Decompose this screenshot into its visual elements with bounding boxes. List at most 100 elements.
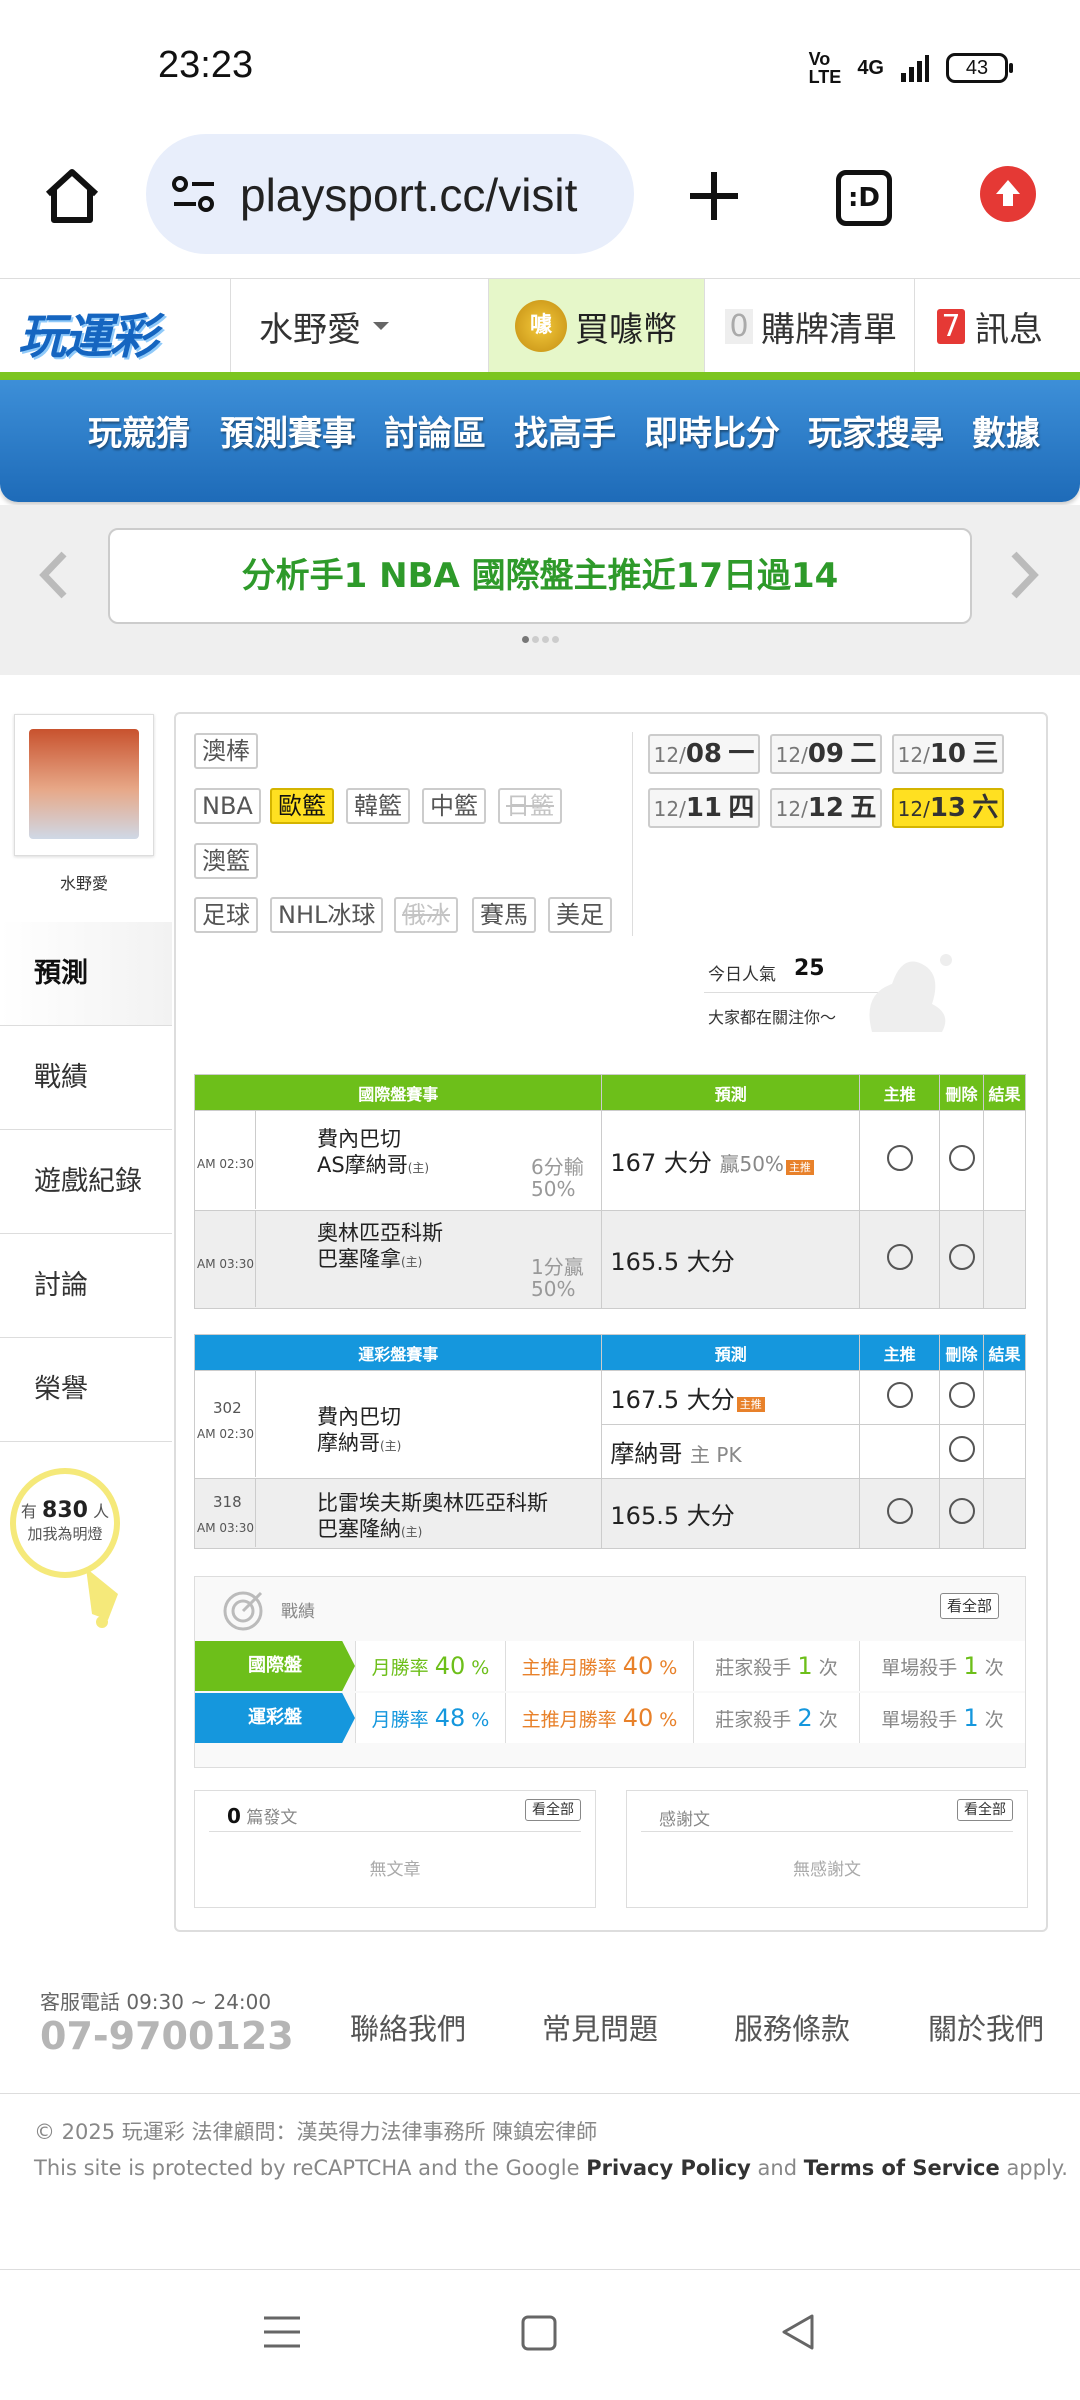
arrow-up-icon [996,180,1020,206]
main-pick-radio[interactable] [886,1497,913,1524]
date-1209[interactable]: 12/09 二 [770,734,882,774]
delete-radio[interactable] [948,1243,975,1270]
result-cell [983,1210,1026,1309]
delete-radio[interactable] [948,1144,975,1171]
chevron-left-icon[interactable] [34,550,74,600]
nav-item-predict[interactable]: 預測賽事 [220,380,356,488]
browser-toolbar: playsport.cc/visit :D [0,120,1080,278]
footer: 客服電話 09:30 ~ 24:00 07-9700123 聯絡我們 常見問題 … [0,1958,1080,2094]
handicap-pct: 50% [531,1277,576,1301]
fans-count: 830 [42,1498,88,1523]
pick-text: 摩納哥 [610,1440,683,1468]
nav-item-player-search[interactable]: 玩家搜尋 [808,380,944,488]
home-square-icon[interactable] [520,2314,558,2352]
main-pick-radio[interactable] [886,1381,913,1408]
thanks-view-all-button[interactable]: 看全部 [957,1799,1013,1821]
date-1212[interactable]: 12/12 五 [770,788,882,828]
match-cell: AM 02:30 費內巴切 AS摩納哥(主) 6分輸 50% [193,1110,603,1211]
promo-banner[interactable]: 分析手1 NBA 國際盤主推近17日過14 [108,528,972,624]
delete-radio[interactable] [948,1497,975,1524]
footer-link-about[interactable]: 關於我們 [928,2006,1044,2048]
service-phone[interactable]: 07-9700123 [40,2014,294,2058]
back-icon[interactable] [778,2312,818,2352]
sport-tag-soccer[interactable]: 足球 [194,897,258,933]
game-number: 302 [213,1399,242,1417]
site-settings-icon[interactable] [170,170,218,218]
home-team: 摩納哥 [317,1431,380,1455]
nav-item-experts[interactable]: 找高手 [514,380,616,488]
table-header: 預測 [601,1074,861,1111]
table-row: AM 02:30 費內巴切 AS摩納哥(主) 6分輸 50% 167 大分 贏5… [193,1110,1026,1211]
buy-coins-button[interactable]: 噱 買噱幣 [488,279,704,373]
address-bar[interactable]: playsport.cc/visit [146,134,634,254]
sidebar-item-game-log[interactable]: 遊戲紀錄 [0,1130,172,1234]
delete-radio[interactable] [948,1435,975,1462]
sport-tag-aus-baseball[interactable]: 澳棒 [194,733,258,769]
main-nav: 玩競猜 預測賽事 討論區 找高手 即時比分 玩家搜尋 數據 [0,380,1080,502]
sidebar-item-honor[interactable]: 榮譽 [0,1338,172,1442]
messages-button[interactable]: 7 訊息 [914,279,1080,373]
update-button[interactable] [980,166,1036,222]
date-1208[interactable]: 12/08 一 [648,734,760,774]
terms-of-service-link[interactable]: Terms of Service [804,2156,1000,2180]
sport-tag-russia-hockey: 俄冰 [394,897,458,933]
main-pick-radio[interactable] [886,1243,913,1270]
posts-view-all-button[interactable]: 看全部 [525,1799,581,1821]
table-header: 預測 [601,1334,861,1371]
menu-icon[interactable] [262,2312,302,2352]
signal-icon [901,55,929,82]
record-row-lottery: 運彩盤 月勝率 48 % 主推月勝率 40 % 莊家殺手 2 次 單場殺手 1 … [195,1693,1025,1743]
date-1210[interactable]: 12/10 三 [892,734,1004,774]
main-pick-radio[interactable] [886,1144,913,1171]
sport-tag-nhl[interactable]: NHL冰球 [270,897,384,933]
copyright-text: © 2025 玩運彩 法律顧問：漢英得力法律事務所 陳鎮宏律師 [34,2120,598,2144]
handicap-pct: 50% [531,1177,576,1201]
records-view-all-button[interactable]: 看全部 [939,1593,999,1619]
sport-tag-american-football[interactable]: 美足 [548,897,612,933]
sidebar-item-predict[interactable]: 預測 [0,922,172,1026]
sport-tag-japan-basketball: 日籃 [498,788,562,824]
footer-link-terms[interactable]: 服務條款 [734,2006,850,2048]
nav-item-forum[interactable]: 討論區 [384,380,486,488]
home-icon[interactable] [42,166,102,226]
sidebar-item-record[interactable]: 戰績 [0,1026,172,1130]
avatar-image [29,729,139,839]
records-title: 戰績 [281,1602,315,1622]
coin-icon: 噱 [515,300,567,352]
site-logo[interactable]: 玩運彩 [18,297,158,367]
main-pick-badge: 主推 [736,1397,765,1412]
nav-item-data[interactable]: 數據 [972,380,1040,488]
avatar[interactable] [14,714,154,856]
privacy-policy-link[interactable]: Privacy Policy [586,2156,751,2180]
status-icons: Vo LTE 4G 43 [809,50,1013,86]
table-header: 運彩盤賽事 [193,1334,603,1371]
date-1213[interactable]: 12/13 六 [892,788,1004,828]
sport-tag-aus-basketball[interactable]: 澳籃 [194,843,258,879]
sport-tag-korea-basketball[interactable]: 韓籃 [346,788,410,824]
delete-radio[interactable] [948,1381,975,1408]
footer-link-faq[interactable]: 常見問題 [542,2006,658,2048]
cart-button[interactable]: 0 購牌清單 [704,279,914,373]
sidebar-item-discussion[interactable]: 討論 [0,1234,172,1338]
chevron-right-icon[interactable] [1004,550,1044,600]
tab-switcher-button[interactable]: :D [836,170,892,226]
new-tab-icon[interactable] [686,168,742,224]
fans-bulb[interactable]: 有 830 人 加我為明燈 [10,1468,120,1578]
footer-legal: © 2025 玩運彩 法律顧問：漢英得力法律事務所 陳鎮宏律師 This sit… [0,2094,1080,2270]
user-menu[interactable]: 水野愛 [230,279,488,373]
sport-tag-china-basketball[interactable]: 中籃 [422,788,486,824]
thanks-label: 感謝文 [659,1810,710,1830]
record-label: 運彩盤 [195,1693,355,1743]
sport-tag-horse-racing[interactable]: 賽馬 [472,897,536,933]
nav-item-live-score[interactable]: 即時比分 [644,380,780,488]
match-cell: 302 AM 02:30 費內巴切 摩納哥(主) [193,1370,603,1479]
popularity-value: 25 [794,956,825,981]
divider [632,732,633,936]
footer-link-contact[interactable]: 聯絡我們 [350,2006,466,2048]
sport-tag-euro-basketball[interactable]: 歐籃 [270,788,334,824]
system-nav-bar [0,2270,1080,2400]
sport-tag-nba[interactable]: NBA [194,788,261,824]
date-1211[interactable]: 12/11 四 [648,788,760,828]
thanks-empty: 無感謝文 [793,1860,861,1880]
nav-item-guess[interactable]: 玩競猜 [88,380,190,488]
